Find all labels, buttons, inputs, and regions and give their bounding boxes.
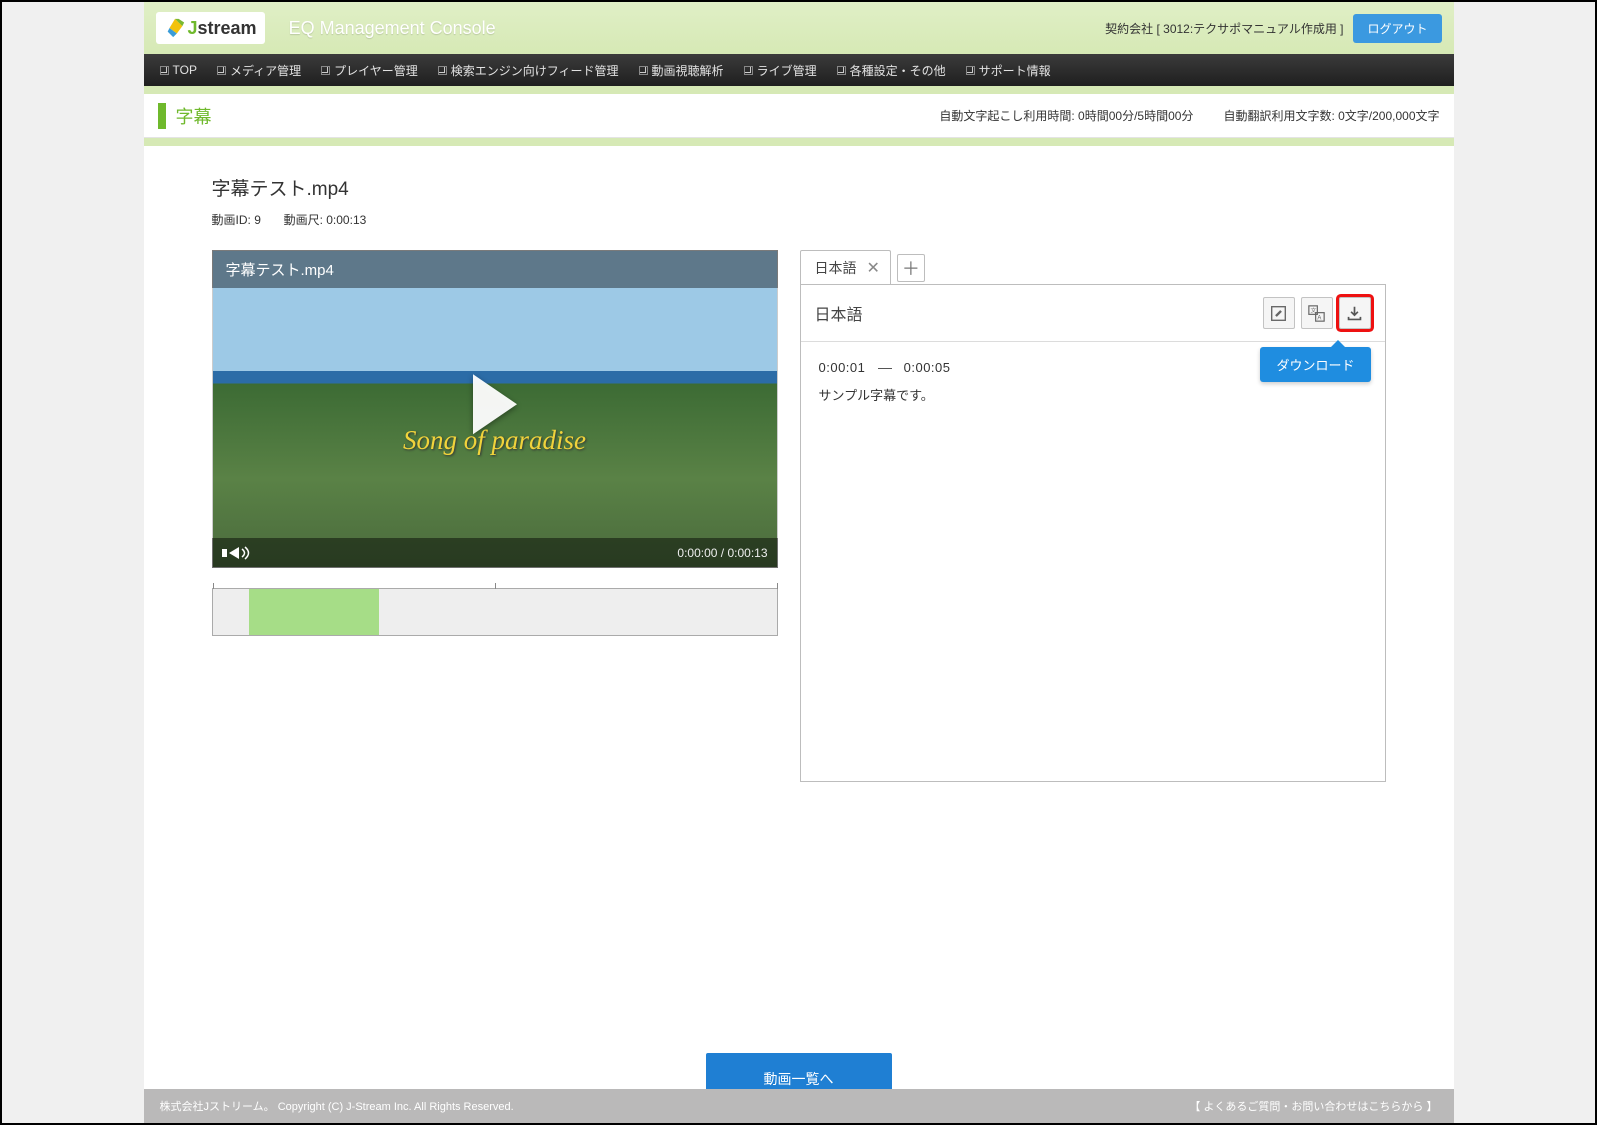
volume-icon[interactable]: [222, 546, 253, 560]
nav-label: サポート情報: [979, 62, 1051, 79]
logo-text: Jstream: [188, 18, 257, 39]
page-title-row: 字幕 自動文字起こし利用時間: 0時間00分/5時間00分 自動翻訳利用文字数:…: [144, 94, 1454, 138]
subtitle-timeline[interactable]: [212, 588, 778, 636]
nav-label: ライブ管理: [757, 62, 817, 79]
nav-marker-icon: [321, 66, 330, 75]
nav-marker-icon: [837, 66, 846, 75]
logo-icon: [164, 17, 186, 39]
nav-item-support[interactable]: サポート情報: [960, 62, 1057, 79]
nav-item-live[interactable]: ライブ管理: [738, 62, 823, 79]
nav-marker-icon: [639, 66, 648, 75]
footer-copyright: 株式会社Jストリーム。 Copyright (C) J-Stream Inc. …: [160, 1098, 514, 1114]
subtitle-column: 日本語 ✕ ＋ 日本語 文A: [800, 250, 1386, 782]
svg-text:A: A: [1317, 315, 1321, 321]
usage-translate: 自動翻訳利用文字数: 0文字/200,000文字: [1223, 107, 1439, 124]
meta-id-label: 動画ID:: [212, 213, 251, 227]
time-start: 0:00:01: [819, 360, 866, 375]
logo[interactable]: Jstream: [156, 12, 265, 44]
nav-marker-icon: [438, 66, 447, 75]
download-tooltip: ダウンロード: [1260, 347, 1370, 382]
meta-duration-value: 0:00:13: [326, 213, 366, 227]
plus-icon: ＋: [902, 255, 920, 281]
meta-duration-label: 動画尺:: [284, 213, 323, 227]
nav-item-player[interactable]: プレイヤー管理: [315, 62, 424, 79]
nav-marker-icon: [160, 66, 169, 75]
nav-label: 検索エンジン向けフィード管理: [451, 62, 619, 79]
console-title: EQ Management Console: [289, 18, 496, 39]
translate-button[interactable]: 文A: [1301, 297, 1333, 329]
video-player[interactable]: 字幕テスト.mp4 Song of paradise 0:00:00 / 0:0…: [212, 250, 778, 568]
page-title: 字幕: [176, 103, 212, 129]
nav-item-settings[interactable]: 各種設定・その他: [831, 62, 952, 79]
add-tab-button[interactable]: ＋: [897, 254, 925, 282]
panel-header: 日本語 文A: [801, 285, 1385, 342]
nav-label: プレイヤー管理: [334, 62, 418, 79]
tab-japanese[interactable]: 日本語 ✕: [800, 250, 891, 285]
subtitle-text: サンプル字幕です。: [819, 385, 1367, 404]
nav-item-feed[interactable]: 検索エンジン向けフィード管理: [432, 62, 625, 79]
download-icon: [1346, 305, 1363, 322]
video-controls: 0:00:00 / 0:00:13: [212, 538, 778, 568]
video-caption: Song of paradise: [403, 425, 586, 456]
footer-faq-link[interactable]: 【 よくあるご質問・お問い合わせはこちらから 】: [1189, 1098, 1437, 1114]
nav-bar: TOP メディア管理 プレイヤー管理 検索エンジン向けフィード管理 動画視聴解析…: [144, 54, 1454, 86]
time-end: 0:00:05: [904, 360, 951, 375]
nav-marker-icon: [744, 66, 753, 75]
nav-marker-icon: [217, 66, 226, 75]
edit-button[interactable]: [1263, 297, 1295, 329]
nav-marker-icon: [966, 66, 975, 75]
nav-label: TOP: [173, 63, 197, 77]
meta-id-value: 9: [254, 213, 261, 227]
footer: 株式会社Jストリーム。 Copyright (C) J-Stream Inc. …: [144, 1089, 1454, 1123]
timeline-segment[interactable]: [249, 589, 379, 635]
nav-label: 動画視聴解析: [652, 62, 724, 79]
file-meta: 動画ID: 9 動画尺: 0:00:13: [212, 211, 1386, 228]
tab-label: 日本語: [815, 258, 857, 278]
nav-item-media[interactable]: メディア管理: [211, 62, 307, 79]
subtitle-panel: 日本語 文A ダウンロード 0:00:01: [800, 284, 1386, 782]
main-content: 字幕テスト.mp4 動画ID: 9 動画尺: 0:00:13 字幕テスト.mp4…: [144, 146, 1454, 1123]
contract-label: 契約会社 [ 3012:テクサポマニュアル作成用 ]: [1105, 20, 1343, 37]
usage-transcribe: 自動文字起こし利用時間: 0時間00分/5時間00分: [939, 107, 1193, 124]
file-name: 字幕テスト.mp4: [212, 174, 1386, 201]
tabs-row: 日本語 ✕ ＋: [800, 250, 1386, 285]
edit-icon: [1270, 305, 1287, 322]
close-icon[interactable]: ✕: [867, 258, 880, 278]
nav-label: メディア管理: [230, 62, 301, 79]
divider-strip: [144, 86, 1454, 94]
download-button[interactable]: [1339, 297, 1371, 329]
logout-button[interactable]: ログアウト: [1353, 14, 1441, 43]
divider-strip: [144, 138, 1454, 146]
video-time: 0:00:00 / 0:00:13: [677, 546, 767, 560]
nav-item-top[interactable]: TOP: [154, 63, 203, 77]
panel-title: 日本語: [815, 301, 1257, 325]
nav-item-analytics[interactable]: 動画視聴解析: [633, 62, 730, 79]
time-dash: [878, 368, 892, 369]
video-title-overlay: 字幕テスト.mp4: [212, 250, 778, 288]
video-column: 字幕テスト.mp4 Song of paradise 0:00:00 / 0:0…: [212, 250, 778, 636]
nav-label: 各種設定・その他: [850, 62, 946, 79]
translate-icon: 文A: [1308, 305, 1325, 322]
header-bar: Jstream EQ Management Console 契約会社 [ 301…: [144, 2, 1454, 54]
title-accent: [158, 103, 166, 129]
